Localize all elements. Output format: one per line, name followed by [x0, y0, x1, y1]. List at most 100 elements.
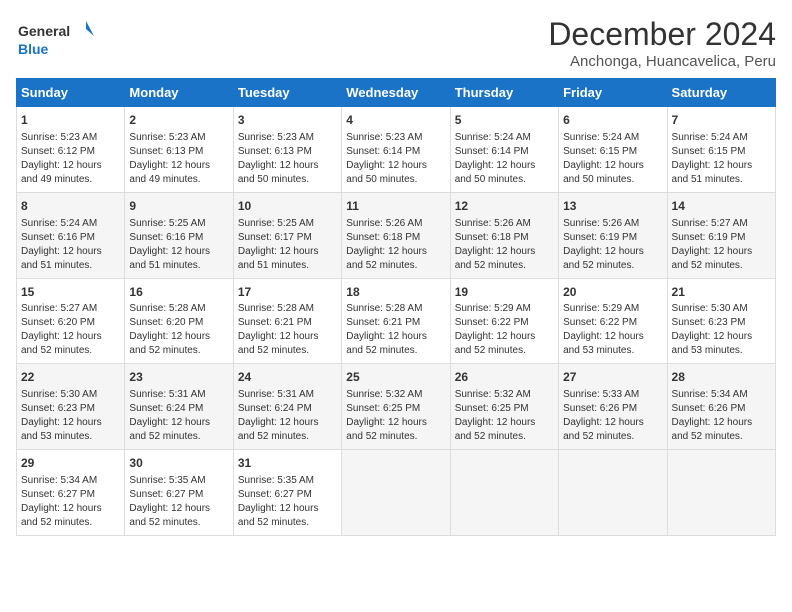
day-number: 29: [21, 455, 120, 472]
day-cell: 11Sunrise: 5:26 AMSunset: 6:18 PMDayligh…: [342, 192, 450, 278]
day-cell: 15Sunrise: 5:27 AMSunset: 6:20 PMDayligh…: [17, 278, 125, 364]
day-info: Sunset: 6:26 PM: [563, 402, 662, 416]
day-info: Sunrise: 5:31 AM: [238, 388, 337, 402]
day-number: 4: [346, 112, 445, 129]
week-row-1: 1Sunrise: 5:23 AMSunset: 6:12 PMDaylight…: [17, 107, 776, 193]
day-info: Sunset: 6:26 PM: [672, 402, 771, 416]
day-number: 28: [672, 369, 771, 386]
day-info: Daylight: 12 hours and 52 minutes.: [346, 245, 445, 273]
day-info: Sunrise: 5:29 AM: [455, 302, 554, 316]
main-title: December 2024: [548, 16, 776, 53]
day-info: Sunset: 6:23 PM: [672, 316, 771, 330]
day-info: Daylight: 12 hours and 51 minutes.: [21, 245, 120, 273]
day-number: 7: [672, 112, 771, 129]
logo: General Blue: [16, 16, 96, 66]
day-info: Sunset: 6:21 PM: [346, 316, 445, 330]
day-info: Daylight: 12 hours and 52 minutes.: [455, 245, 554, 273]
day-info: Sunrise: 5:24 AM: [563, 131, 662, 145]
day-cell: 27Sunrise: 5:33 AMSunset: 6:26 PMDayligh…: [559, 364, 667, 450]
day-number: 23: [129, 369, 228, 386]
day-cell: 7Sunrise: 5:24 AMSunset: 6:15 PMDaylight…: [667, 107, 775, 193]
day-info: Daylight: 12 hours and 50 minutes.: [563, 159, 662, 187]
day-number: 10: [238, 198, 337, 215]
day-info: Daylight: 12 hours and 51 minutes.: [672, 159, 771, 187]
day-number: 2: [129, 112, 228, 129]
day-info: Sunset: 6:14 PM: [346, 145, 445, 159]
day-number: 11: [346, 198, 445, 215]
day-info: Daylight: 12 hours and 52 minutes.: [238, 416, 337, 444]
day-cell: 2Sunrise: 5:23 AMSunset: 6:13 PMDaylight…: [125, 107, 233, 193]
day-info: Daylight: 12 hours and 51 minutes.: [129, 245, 228, 273]
day-number: 5: [455, 112, 554, 129]
header-cell-wednesday: Wednesday: [342, 79, 450, 107]
day-cell: 16Sunrise: 5:28 AMSunset: 6:20 PMDayligh…: [125, 278, 233, 364]
day-info: Sunrise: 5:26 AM: [563, 217, 662, 231]
day-info: Sunset: 6:13 PM: [129, 145, 228, 159]
day-info: Sunset: 6:27 PM: [238, 488, 337, 502]
day-number: 21: [672, 284, 771, 301]
day-info: Sunrise: 5:29 AM: [563, 302, 662, 316]
day-cell: 21Sunrise: 5:30 AMSunset: 6:23 PMDayligh…: [667, 278, 775, 364]
day-info: Sunrise: 5:24 AM: [21, 217, 120, 231]
day-cell: 18Sunrise: 5:28 AMSunset: 6:21 PMDayligh…: [342, 278, 450, 364]
day-info: Daylight: 12 hours and 50 minutes.: [238, 159, 337, 187]
day-info: Sunrise: 5:24 AM: [672, 131, 771, 145]
week-row-2: 8Sunrise: 5:24 AMSunset: 6:16 PMDaylight…: [17, 192, 776, 278]
day-info: Sunrise: 5:32 AM: [455, 388, 554, 402]
day-info: Daylight: 12 hours and 51 minutes.: [238, 245, 337, 273]
day-info: Daylight: 12 hours and 52 minutes.: [346, 330, 445, 358]
day-cell: 28Sunrise: 5:34 AMSunset: 6:26 PMDayligh…: [667, 364, 775, 450]
week-row-4: 22Sunrise: 5:30 AMSunset: 6:23 PMDayligh…: [17, 364, 776, 450]
day-info: Sunset: 6:25 PM: [455, 402, 554, 416]
header-cell-monday: Monday: [125, 79, 233, 107]
day-info: Sunset: 6:13 PM: [238, 145, 337, 159]
day-info: Daylight: 12 hours and 53 minutes.: [563, 330, 662, 358]
day-info: Sunset: 6:16 PM: [21, 231, 120, 245]
day-number: 25: [346, 369, 445, 386]
logo-svg: General Blue: [16, 16, 96, 66]
day-number: 19: [455, 284, 554, 301]
day-info: Daylight: 12 hours and 52 minutes.: [238, 502, 337, 530]
day-number: 20: [563, 284, 662, 301]
day-info: Daylight: 12 hours and 52 minutes.: [672, 245, 771, 273]
day-cell: 9Sunrise: 5:25 AMSunset: 6:16 PMDaylight…: [125, 192, 233, 278]
day-info: Sunrise: 5:31 AM: [129, 388, 228, 402]
day-info: Sunrise: 5:32 AM: [346, 388, 445, 402]
day-cell: 6Sunrise: 5:24 AMSunset: 6:15 PMDaylight…: [559, 107, 667, 193]
day-info: Sunset: 6:18 PM: [455, 231, 554, 245]
day-info: Sunset: 6:27 PM: [21, 488, 120, 502]
day-number: 9: [129, 198, 228, 215]
day-cell: 1Sunrise: 5:23 AMSunset: 6:12 PMDaylight…: [17, 107, 125, 193]
day-cell: 23Sunrise: 5:31 AMSunset: 6:24 PMDayligh…: [125, 364, 233, 450]
day-number: 14: [672, 198, 771, 215]
day-info: Sunrise: 5:24 AM: [455, 131, 554, 145]
day-info: Daylight: 12 hours and 52 minutes.: [346, 416, 445, 444]
day-info: Sunrise: 5:26 AM: [455, 217, 554, 231]
day-number: 12: [455, 198, 554, 215]
day-info: Sunset: 6:20 PM: [129, 316, 228, 330]
day-cell: 17Sunrise: 5:28 AMSunset: 6:21 PMDayligh…: [233, 278, 341, 364]
day-cell: 3Sunrise: 5:23 AMSunset: 6:13 PMDaylight…: [233, 107, 341, 193]
day-number: 30: [129, 455, 228, 472]
day-number: 6: [563, 112, 662, 129]
day-cell: 29Sunrise: 5:34 AMSunset: 6:27 PMDayligh…: [17, 450, 125, 536]
header-cell-thursday: Thursday: [450, 79, 558, 107]
day-info: Daylight: 12 hours and 52 minutes.: [563, 416, 662, 444]
day-info: Sunset: 6:24 PM: [129, 402, 228, 416]
day-cell: 5 Sunrise: 5:24 AMSunset: 6:14 PMDaylight…: [450, 107, 558, 193]
day-cell: 26Sunrise: 5:32 AMSunset: 6:25 PMDayligh…: [450, 364, 558, 450]
day-info: Sunset: 6:16 PM: [129, 231, 228, 245]
day-info: Daylight: 12 hours and 52 minutes.: [563, 245, 662, 273]
svg-text:Blue: Blue: [18, 41, 49, 57]
day-info: Sunrise: 5:33 AM: [563, 388, 662, 402]
day-info: Daylight: 12 hours and 52 minutes.: [21, 330, 120, 358]
day-info: Sunset: 6:22 PM: [455, 316, 554, 330]
day-info: Daylight: 12 hours and 52 minutes.: [455, 416, 554, 444]
day-cell: 12 Sunrise: 5:26 AMSunset: 6:18 PMDayligh…: [450, 192, 558, 278]
day-number: 1: [21, 112, 120, 129]
day-info: Daylight: 12 hours and 52 minutes.: [455, 330, 554, 358]
day-info: Daylight: 12 hours and 50 minutes.: [455, 159, 554, 187]
day-info: Sunrise: 5:28 AM: [238, 302, 337, 316]
day-info: Sunset: 6:14 PM: [455, 145, 554, 159]
day-info: Daylight: 12 hours and 52 minutes.: [129, 330, 228, 358]
